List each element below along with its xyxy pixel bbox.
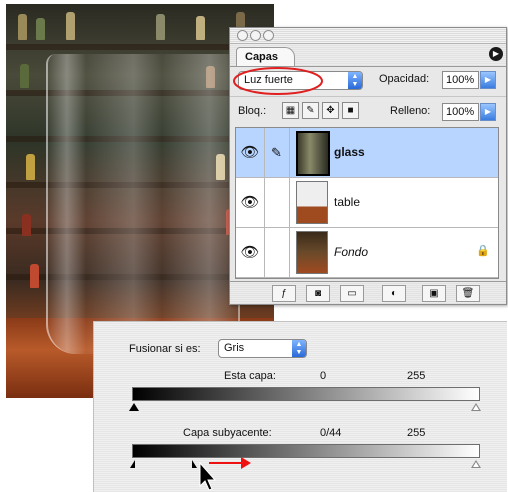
lock-all-icon[interactable]: ■: [342, 102, 359, 119]
highlight-ellipse: [233, 67, 323, 95]
opacity-label: Opacidad:: [379, 73, 430, 85]
eye-icon[interactable]: 👁: [236, 178, 265, 227]
fill-input[interactable]: 100%: [442, 103, 479, 121]
adjustment-layer-icon[interactable]: ◐: [382, 285, 406, 302]
add-mask-icon[interactable]: ◙: [306, 285, 330, 302]
close-window-button[interactable]: [237, 30, 248, 41]
layer-name: Fondo: [334, 245, 369, 259]
underlying-black-slider-left[interactable]: [130, 460, 135, 468]
this-layer-max-value: 255: [407, 370, 426, 382]
mouse-cursor-icon: [199, 462, 217, 491]
glass-object: [46, 54, 240, 354]
minimize-window-button[interactable]: [250, 30, 261, 41]
layer-style-icon[interactable]: ƒ: [272, 285, 296, 302]
updown-stepper-icon: ▲ ▼: [292, 340, 306, 357]
underlying-gradient: [132, 444, 480, 458]
eye-icon[interactable]: 👁: [236, 128, 265, 177]
this-layer-black-slider[interactable]: [129, 403, 139, 411]
opacity-arrow-icon[interactable]: ▶: [480, 71, 496, 89]
underlying-min-value: 0/44: [320, 427, 342, 439]
this-layer-min-value: 0: [320, 370, 327, 382]
layer-name: table: [334, 195, 361, 209]
lock-label: Bloq.:: [238, 105, 267, 117]
underlying-layer-label: Capa subyacente:: [183, 427, 272, 439]
opacity-input[interactable]: 100%: [442, 71, 479, 89]
blend-if-panel: Fusionar si es: Gris ▲ ▼ Esta capa: 0 255…: [93, 321, 507, 492]
zoom-window-button[interactable]: [263, 30, 274, 41]
layer-thumbnail: [296, 231, 328, 274]
lock-paint-icon[interactable]: ✎: [302, 102, 319, 119]
palette-titlebar[interactable]: [230, 28, 506, 44]
underlying-white-slider[interactable]: [471, 460, 481, 468]
layer-row-fondo[interactable]: 👁 Fondo 🔒: [236, 228, 498, 278]
palette-menu-arrow-icon[interactable]: ▶: [489, 47, 503, 61]
layer-name: glass: [334, 145, 365, 159]
this-layer-label: Esta capa:: [224, 370, 276, 382]
blend-channel-select[interactable]: Gris ▲ ▼: [218, 339, 307, 358]
blend-channel-value: Gris: [224, 342, 245, 354]
this-layer-gradient: [132, 387, 480, 401]
blend-if-label: Fusionar si es:: [129, 343, 201, 355]
layer-thumbnail: [296, 131, 330, 176]
tab-capas[interactable]: Capas: [236, 47, 296, 66]
layers-list: 👁 ✎ glass 👁 table 👁 Fondo 🔒: [235, 127, 499, 279]
brush-icon[interactable]: ✎: [264, 128, 290, 177]
trash-icon[interactable]: 🗑: [456, 285, 480, 302]
layers-palette: Capas ▶ Luz fuerte ▲ ▼ Opacidad: 100% ▶ B…: [229, 27, 507, 305]
layer-thumbnail: [296, 181, 328, 224]
layer-row-glass[interactable]: 👁 ✎ glass: [236, 128, 498, 178]
link-slot[interactable]: [264, 178, 290, 227]
fill-arrow-icon[interactable]: ▶: [480, 103, 496, 121]
eye-icon[interactable]: 👁: [236, 228, 265, 277]
lock-move-icon[interactable]: ✥: [322, 102, 339, 119]
lock-icon: 🔒: [476, 245, 490, 257]
this-layer-white-slider[interactable]: [471, 403, 481, 411]
updown-stepper-icon: ▲ ▼: [348, 72, 362, 89]
new-layer-icon[interactable]: ▣: [422, 285, 446, 302]
fill-label: Relleno:: [390, 105, 431, 117]
lock-transparency-icon[interactable]: ▦: [282, 102, 299, 119]
underlying-max-value: 255: [407, 427, 426, 439]
layer-row-table[interactable]: 👁 table: [236, 178, 498, 228]
link-slot[interactable]: [264, 228, 290, 277]
new-group-icon[interactable]: ▭: [340, 285, 364, 302]
underlying-black-slider-right[interactable]: [192, 460, 197, 468]
